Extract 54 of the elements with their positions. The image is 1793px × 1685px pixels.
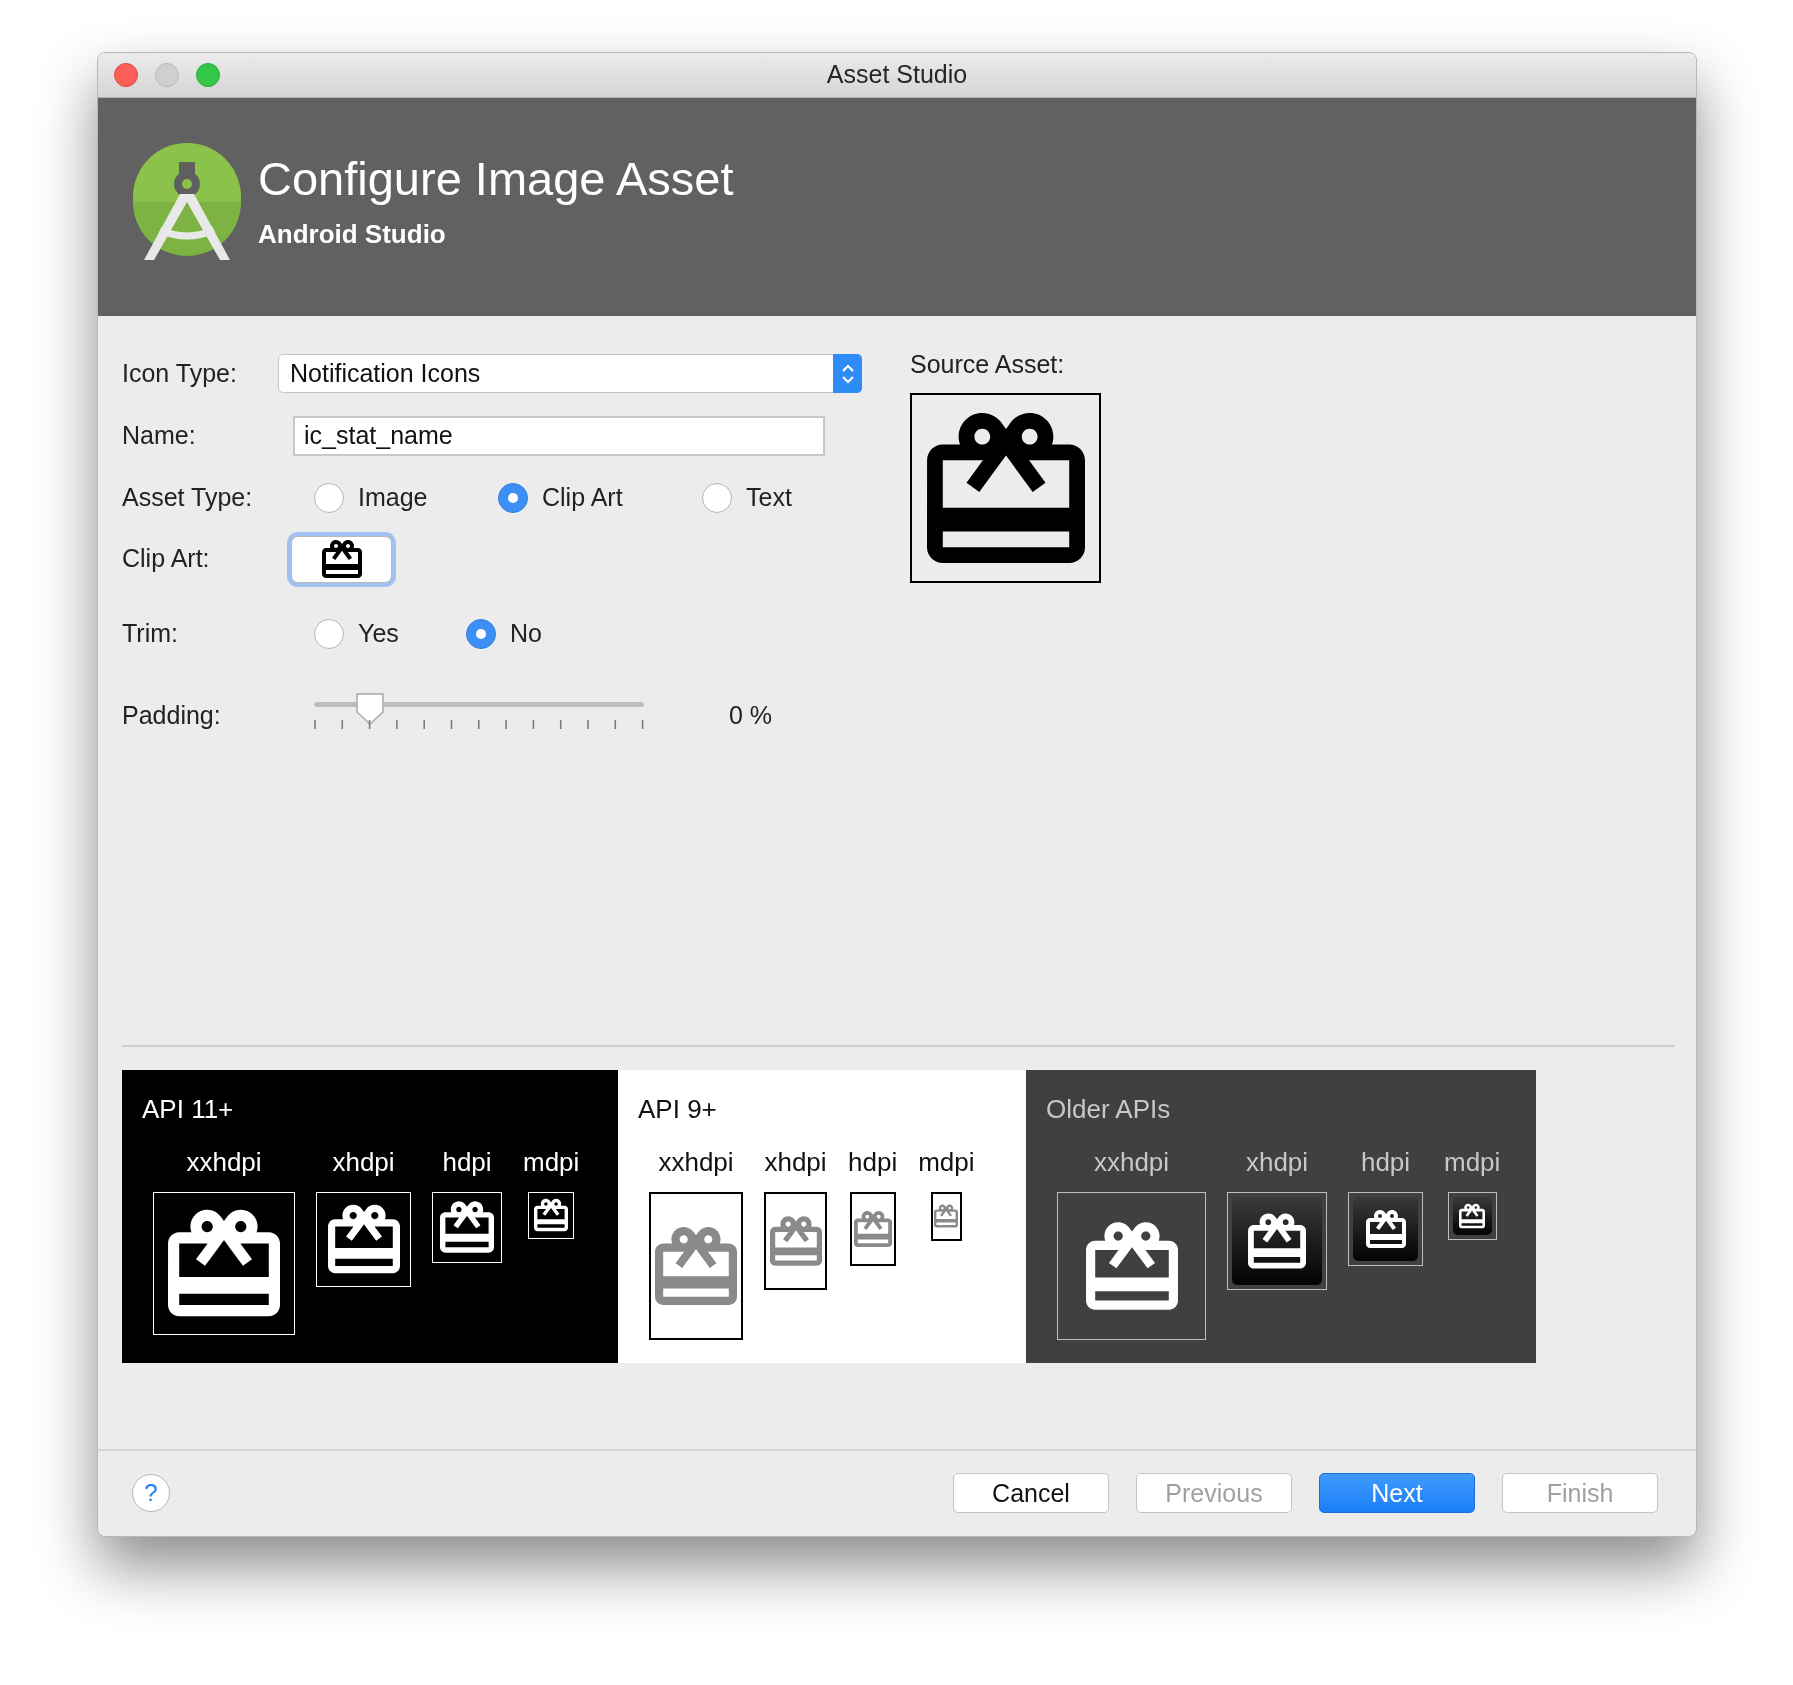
- density-label: hdpi: [442, 1145, 492, 1179]
- gift-card-icon: [168, 1207, 280, 1319]
- preview-title: Older APIs: [1046, 1092, 1172, 1126]
- gift-card-icon: [321, 539, 362, 579]
- density-label: xhdpi: [764, 1145, 827, 1179]
- gift-card-icon: [934, 1204, 959, 1228]
- gift-card-icon: [534, 1198, 569, 1232]
- padding-value: 0 %: [729, 699, 773, 731]
- density-label: xxhdpi: [186, 1145, 262, 1179]
- gift-card-icon: [440, 1200, 494, 1254]
- close-button[interactable]: [114, 62, 138, 87]
- field-label: Padding:: [122, 699, 222, 731]
- minimize-button[interactable]: [155, 62, 179, 87]
- icon-type-dropdown[interactable]: Notification Icons: [278, 354, 862, 393]
- dialog-button[interactable]: Cancel: [953, 1473, 1109, 1514]
- radio-button[interactable]: No: [466, 614, 542, 653]
- gift-card-icon: [1365, 1208, 1406, 1249]
- radio-button[interactable]: Yes: [314, 614, 466, 653]
- radio-button[interactable]: Clip Art: [498, 478, 702, 517]
- source-asset-label: Source Asset:: [910, 348, 1066, 380]
- preview-title: API 11+: [142, 1092, 235, 1126]
- clip-art-button[interactable]: [291, 535, 392, 583]
- radio-button[interactable]: Text: [702, 478, 792, 517]
- gift-card-icon: [769, 1214, 822, 1267]
- compass-logo-icon: [132, 141, 242, 262]
- header-subtitle: Android Studio: [258, 217, 447, 251]
- density-label: hdpi: [1360, 1145, 1411, 1179]
- window-title: Asset Studio: [826, 59, 968, 91]
- density-label: mdpi: [523, 1145, 580, 1179]
- density-label: hdpi: [848, 1145, 898, 1179]
- gift-card-icon: [655, 1224, 737, 1307]
- zoom-button[interactable]: [196, 62, 220, 87]
- gift-card-icon: [1085, 1219, 1178, 1312]
- radio-button[interactable]: Image: [314, 478, 498, 517]
- density-label: xxhdpi: [1093, 1145, 1170, 1179]
- density-label: mdpi: [918, 1145, 975, 1179]
- gift-card-icon: [1248, 1211, 1306, 1270]
- field-label: Name:: [122, 419, 197, 451]
- gift-card-icon: [1459, 1202, 1486, 1229]
- field-label: Trim:: [122, 617, 179, 649]
- help-button[interactable]: ?: [132, 1474, 170, 1513]
- gift-card-icon: [853, 1209, 892, 1248]
- name-field[interactable]: ic_stat_name: [293, 415, 825, 456]
- density-label: xxhdpi: [658, 1145, 734, 1179]
- gift-card-icon: [327, 1203, 400, 1275]
- density-label: xhdpi: [332, 1145, 395, 1179]
- density-label: xhdpi: [1245, 1145, 1309, 1179]
- field-label: Icon Type:: [122, 357, 238, 389]
- header-title: Configure Image Asset: [258, 150, 734, 207]
- preview-title: API 9+: [638, 1092, 718, 1126]
- density-label: mdpi: [1444, 1145, 1501, 1179]
- field-label: Clip Art:: [122, 543, 211, 575]
- slider-thumb[interactable]: [354, 691, 387, 726]
- field-label: Asset Type:: [122, 481, 254, 513]
